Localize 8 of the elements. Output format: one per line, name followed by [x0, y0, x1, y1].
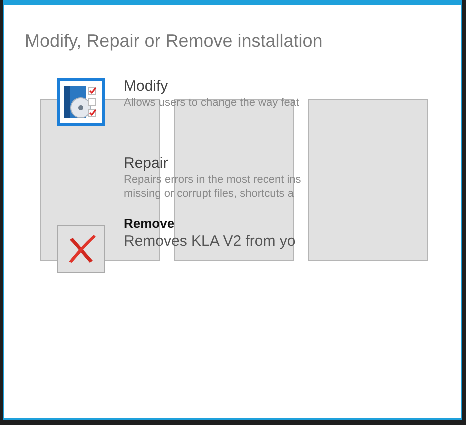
option-title[interactable]: Repair [124, 155, 302, 173]
option-description: Removes KLA V2 from yo [124, 233, 296, 251]
dialog-heading: Modify, Repair or Remove installation [24, 30, 324, 53]
option-title[interactable]: Modify [124, 78, 300, 96]
option-description: missing or corrupt files, shortcuts a [124, 187, 295, 201]
remove-button[interactable] [57, 225, 105, 273]
option-title[interactable]: Remove [124, 215, 296, 233]
installer-icon[interactable] [57, 78, 105, 126]
